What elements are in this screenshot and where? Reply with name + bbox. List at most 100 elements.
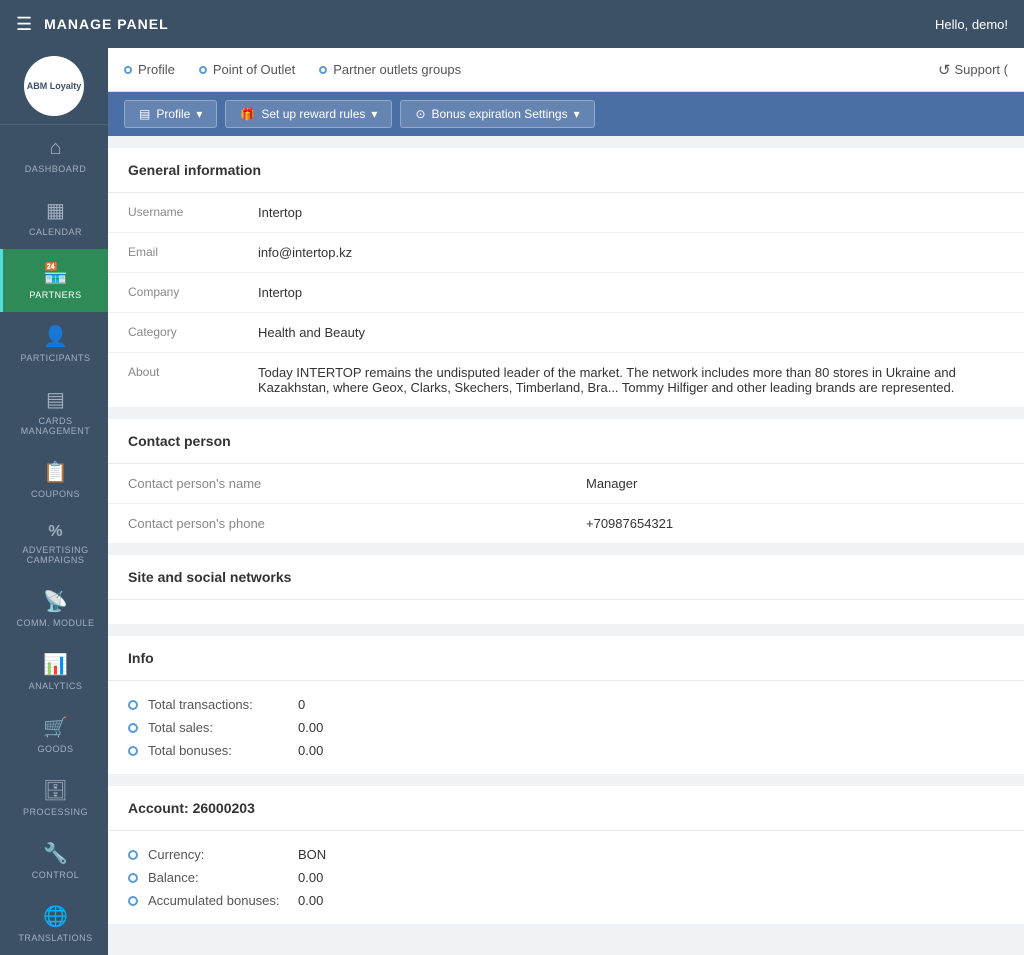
- sidebar-label-advertising: ADVERTISING CAMPAIGNS: [7, 545, 104, 565]
- bonus-chevron: ▾: [574, 107, 580, 121]
- contact-phone-value: +70987654321: [566, 504, 1024, 544]
- table-row: Contact person's name Manager: [108, 464, 1024, 504]
- analytics-icon: 📊: [43, 652, 68, 677]
- profile-button[interactable]: ▤ Profile ▾: [124, 100, 217, 128]
- nav-partner-outlets[interactable]: Partner outlets groups: [319, 62, 461, 77]
- sidebar-item-control[interactable]: 🔧 CONTROL: [0, 829, 108, 892]
- bonus-icon: ⊙: [415, 107, 425, 121]
- about-label: About: [108, 353, 238, 408]
- setup-reward-button[interactable]: 🎁 Set up reward rules ▾: [225, 100, 392, 128]
- sidebar-label-translations: TRANSLATIONS: [18, 933, 92, 943]
- action-bar: ▤ Profile ▾ 🎁 Set up reward rules ▾ ⊙ Bo…: [108, 92, 1024, 136]
- translations-icon: 🌐: [43, 904, 68, 929]
- contact-name-label: Contact person's name: [108, 464, 566, 504]
- sidebar-label-calendar: CALENDAR: [29, 227, 82, 237]
- list-item: Balance: 0.00: [128, 870, 1004, 885]
- greeting: Hello, demo!: [935, 17, 1008, 32]
- company-label: Company: [108, 273, 238, 313]
- nav-partner-outlets-label: Partner outlets groups: [333, 62, 461, 77]
- profile-btn-label: Profile: [156, 107, 190, 121]
- bullet-icon: [128, 873, 138, 883]
- accumulated-bonuses-label: Accumulated bonuses:: [148, 893, 288, 908]
- sidebar-label-cards: CARDS MANAGEMENT: [7, 416, 104, 436]
- sidebar-item-cards[interactable]: ▤ CARDS MANAGEMENT: [0, 375, 108, 448]
- coupons-icon: 📋: [43, 460, 68, 485]
- account-number: 26000203: [193, 800, 255, 816]
- sidebar-item-participants[interactable]: 👤 PARTICIPANTS: [0, 312, 108, 375]
- sidebar-item-translations[interactable]: 🌐 TRANSLATIONS: [0, 892, 108, 955]
- bullet-icon: [128, 723, 138, 733]
- category-value: Health and Beauty: [238, 313, 1024, 353]
- bullet-icon: [128, 850, 138, 860]
- contact-phone-label: Contact person's phone: [108, 504, 566, 544]
- category-label: Category: [108, 313, 238, 353]
- profile-icon: ▤: [139, 107, 150, 121]
- general-info-table: Username Intertop Email info@intertop.kz…: [108, 193, 1024, 407]
- info-list: Total transactions: 0 Total sales: 0.00 …: [108, 681, 1024, 774]
- support-link[interactable]: ↺ Support (: [938, 61, 1008, 79]
- sidebar: ABM Loyalty ⌂ DASHBOARD ▦ CALENDAR 🏪 PAR…: [0, 48, 108, 955]
- total-transactions-label: Total transactions:: [148, 697, 288, 712]
- total-transactions-value: 0: [298, 697, 305, 712]
- total-sales-label: Total sales:: [148, 720, 288, 735]
- nav-profile-label: Profile: [138, 62, 175, 77]
- about-value: Today INTERTOP remains the undisputed le…: [238, 353, 1024, 408]
- sidebar-label-participants: PARTICIPANTS: [20, 353, 90, 363]
- sidebar-item-dashboard[interactable]: ⌂ DASHBOARD: [0, 125, 108, 186]
- table-row: Company Intertop: [108, 273, 1024, 313]
- balance-value: 0.00: [298, 870, 323, 885]
- app-title: MANAGE PANEL: [44, 16, 169, 32]
- sidebar-item-coupons[interactable]: 📋 COUPONS: [0, 448, 108, 511]
- contact-person-header: Contact person: [108, 419, 1024, 464]
- sidebar-item-goods[interactable]: 🛒 GOODS: [0, 703, 108, 766]
- nav-point-of-outlet-label: Point of Outlet: [213, 62, 295, 77]
- sidebar-item-comm[interactable]: 📡 COMM. MODULE: [0, 577, 108, 640]
- sidebar-label-comm: COMM. MODULE: [17, 618, 95, 628]
- username-value: Intertop: [238, 193, 1024, 233]
- secondary-nav: Profile Point of Outlet Partner outlets …: [108, 48, 1024, 92]
- hamburger-menu[interactable]: ☰: [16, 14, 32, 35]
- total-bonuses-value: 0.00: [298, 743, 323, 758]
- sidebar-label-control: CONTROL: [32, 870, 80, 880]
- general-info-header: General information: [108, 148, 1024, 193]
- account-title: Account:: [128, 800, 189, 816]
- sidebar-item-analytics[interactable]: 📊 ANALYTICS: [0, 640, 108, 703]
- nav-profile[interactable]: Profile: [124, 62, 175, 77]
- bullet-icon: [128, 700, 138, 710]
- dot-icon-2: [199, 66, 207, 74]
- list-item: Accumulated bonuses: 0.00: [128, 893, 1004, 908]
- total-bonuses-label: Total bonuses:: [148, 743, 288, 758]
- bonus-expiration-button[interactable]: ⊙ Bonus expiration Settings ▾: [400, 100, 594, 128]
- sidebar-label-coupons: COUPONS: [31, 489, 80, 499]
- list-item: Total transactions: 0: [128, 697, 1004, 712]
- bonus-btn-label: Bonus expiration Settings: [432, 107, 568, 121]
- site-social-section: Site and social networks: [108, 555, 1024, 624]
- email-label: Email: [108, 233, 238, 273]
- top-bar: ☰ MANAGE PANEL Hello, demo!: [0, 0, 1024, 48]
- setup-icon: 🎁: [240, 107, 255, 121]
- account-section: Account: 26000203 Currency: BON Balance:: [108, 786, 1024, 924]
- sidebar-item-processing[interactable]: 🗄 PROCESSING: [0, 766, 108, 829]
- list-item: Total sales: 0.00: [128, 720, 1004, 735]
- table-row: Username Intertop: [108, 193, 1024, 233]
- account-list: Currency: BON Balance: 0.00 Accumulated …: [108, 831, 1024, 924]
- dot-icon-3: [319, 66, 327, 74]
- info-section: Info Total transactions: 0 Total sales: …: [108, 636, 1024, 774]
- contact-table: Contact person's name Manager Contact pe…: [108, 464, 1024, 543]
- site-social-empty: [108, 600, 1024, 624]
- table-row: Email info@intertop.kz: [108, 233, 1024, 273]
- nav-point-of-outlet[interactable]: Point of Outlet: [199, 62, 295, 77]
- sidebar-item-calendar[interactable]: ▦ CALENDAR: [0, 186, 108, 249]
- currency-value: BON: [298, 847, 326, 862]
- list-item: Total bonuses: 0.00: [128, 743, 1004, 758]
- total-sales-value: 0.00: [298, 720, 323, 735]
- comm-icon: 📡: [43, 589, 68, 614]
- sidebar-item-partners[interactable]: 🏪 PARTNERS: [0, 249, 108, 312]
- company-value: Intertop: [238, 273, 1024, 313]
- setup-btn-label: Set up reward rules: [261, 107, 365, 121]
- participants-icon: 👤: [43, 324, 68, 349]
- info-header: Info: [108, 636, 1024, 681]
- dot-icon: [124, 66, 132, 74]
- balance-label: Balance:: [148, 870, 288, 885]
- sidebar-item-advertising[interactable]: % ADVERTISING CAMPAIGNS: [0, 511, 108, 577]
